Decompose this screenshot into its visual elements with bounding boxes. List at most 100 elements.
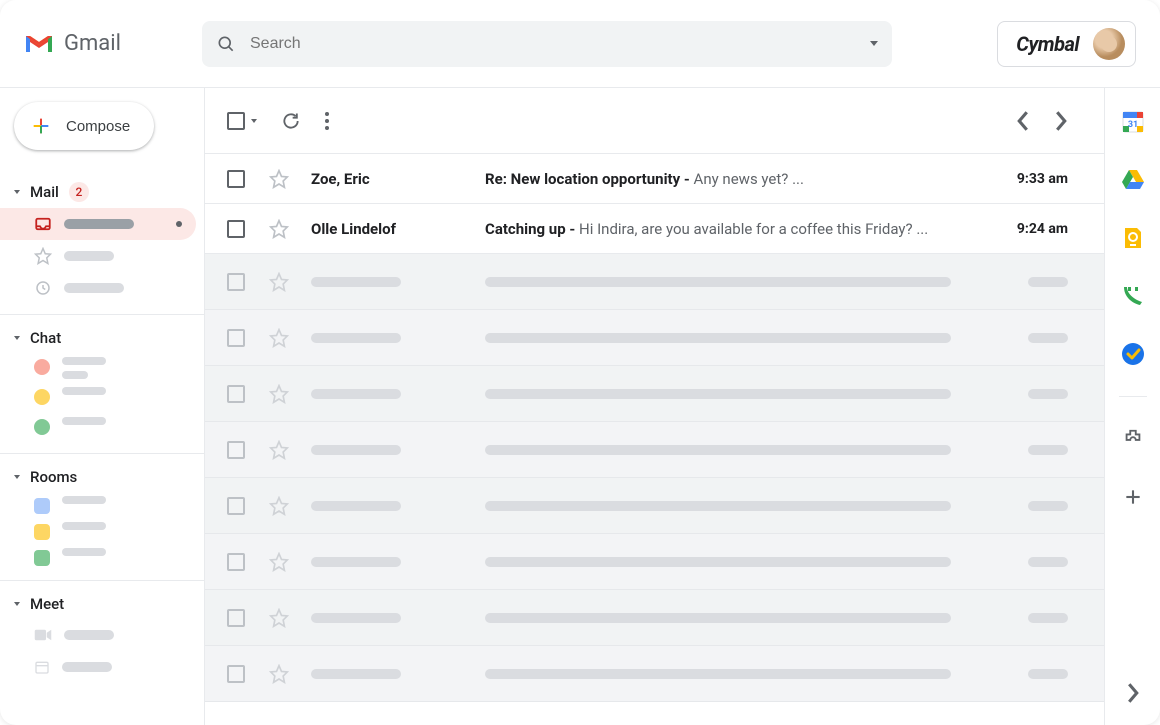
calendar-blank-icon <box>34 659 50 675</box>
checkbox-icon <box>227 112 245 130</box>
checkbox-icon <box>227 273 245 291</box>
email-subject-line: Catching up - Hi Indira, are you availab… <box>485 220 1003 238</box>
meet-join-meeting[interactable] <box>0 651 204 683</box>
placeholder-bar <box>64 283 124 293</box>
select-all-control[interactable] <box>227 112 257 130</box>
side-rail: 31 <box>1104 88 1160 725</box>
placeholder-bar <box>485 389 951 399</box>
sidebar-left: Compose Mail 2 <box>0 88 205 725</box>
nav-item-starred[interactable] <box>0 240 204 272</box>
email-sender: Olle Lindelof <box>311 220 471 238</box>
placeholder-bar <box>1028 613 1068 623</box>
placeholder-bar <box>1028 557 1068 567</box>
chat-item[interactable] <box>0 353 204 383</box>
email-subject-line: Re: New location opportunity - Any news … <box>485 170 1003 188</box>
compose-button[interactable]: Compose <box>14 102 154 150</box>
compose-label: Compose <box>66 118 130 135</box>
logo-block[interactable]: Gmail <box>24 31 184 56</box>
addons-icon[interactable] <box>1121 427 1145 451</box>
chat-item[interactable] <box>0 413 204 443</box>
refresh-button[interactable] <box>281 111 301 131</box>
nav-head-mail[interactable]: Mail 2 <box>0 176 204 208</box>
room-color-chip <box>34 524 50 540</box>
calendar-app-icon[interactable]: 31 <box>1121 110 1145 134</box>
placeholder-bar <box>485 613 951 623</box>
email-row-placeholder <box>205 366 1104 422</box>
presence-dot <box>34 419 50 435</box>
star-icon <box>269 496 297 516</box>
placeholder-bar <box>64 251 114 261</box>
nav-head-chat[interactable]: Chat <box>0 323 204 353</box>
placeholder-bar <box>1028 669 1068 679</box>
room-item[interactable] <box>0 492 204 518</box>
account-avatar[interactable] <box>1093 28 1125 60</box>
star-icon <box>269 328 297 348</box>
room-item[interactable] <box>0 544 204 570</box>
email-row[interactable]: Olle Lindelof Catching up - Hi Indira, a… <box>205 204 1104 254</box>
nav-item-inbox[interactable] <box>0 208 196 240</box>
chevron-down-icon <box>14 336 20 340</box>
account-label: Cymbal <box>1016 32 1079 56</box>
placeholder-lines <box>62 496 106 504</box>
newer-button[interactable] <box>1054 111 1068 131</box>
checkbox-icon <box>227 329 245 347</box>
app-name: Gmail <box>64 31 121 56</box>
placeholder-lines <box>62 417 106 439</box>
placeholder-bar <box>311 389 401 399</box>
email-row-placeholder <box>205 478 1104 534</box>
checkbox-icon <box>227 385 245 403</box>
nav-head-rooms[interactable]: Rooms <box>0 462 204 492</box>
email-row-placeholder <box>205 422 1104 478</box>
placeholder-bar <box>311 445 401 455</box>
video-icon <box>34 628 52 642</box>
checkbox-icon <box>227 553 245 571</box>
placeholder-bar <box>1028 501 1068 511</box>
placeholder-bar <box>311 669 401 679</box>
drive-app-icon[interactable] <box>1121 168 1145 192</box>
email-list: Zoe, Eric Re: New location opportunity -… <box>205 154 1104 725</box>
room-item[interactable] <box>0 518 204 544</box>
email-row[interactable]: Zoe, Eric Re: New location opportunity -… <box>205 154 1104 204</box>
email-row-placeholder <box>205 310 1104 366</box>
search-bar[interactable] <box>202 21 892 67</box>
email-row-placeholder <box>205 534 1104 590</box>
older-button[interactable] <box>1016 111 1030 131</box>
unread-dot <box>176 221 182 227</box>
tasks-app-icon[interactable] <box>1121 342 1145 366</box>
chat-item[interactable] <box>0 383 204 413</box>
nav-section-mail: Mail 2 <box>0 168 204 315</box>
nav-head-meet[interactable]: Meet <box>0 589 204 619</box>
search-options-caret-icon[interactable] <box>870 41 878 46</box>
placeholder-lines <box>62 522 106 530</box>
presence-dot <box>34 389 50 405</box>
star-icon <box>269 272 297 292</box>
placeholder-bar <box>1028 445 1068 455</box>
list-toolbar <box>205 88 1104 154</box>
nav-section-meet: Meet <box>0 581 204 693</box>
nav-label-mail: Mail <box>30 183 59 201</box>
meet-new-meeting[interactable] <box>0 619 204 651</box>
nav-item-snoozed[interactable] <box>0 272 204 304</box>
nav-label-meet: Meet <box>30 595 64 613</box>
row-checkbox[interactable] <box>227 170 245 188</box>
email-time: 9:33 am <box>1017 171 1068 187</box>
room-color-chip <box>34 498 50 514</box>
more-menu-button[interactable] <box>325 112 329 130</box>
keep-app-icon[interactable] <box>1121 226 1145 250</box>
account-chip[interactable]: Cymbal <box>997 21 1136 67</box>
contacts-app-icon[interactable] <box>1121 284 1145 308</box>
placeholder-bar <box>485 557 951 567</box>
add-icon[interactable] <box>1121 485 1145 509</box>
email-row-placeholder <box>205 254 1104 310</box>
hide-side-panel-icon[interactable] <box>1121 681 1145 705</box>
placeholder-lines <box>62 548 106 556</box>
star-icon <box>269 384 297 404</box>
row-checkbox[interactable] <box>227 220 245 238</box>
search-input[interactable] <box>250 35 856 53</box>
inbox-icon <box>34 215 52 233</box>
mail-unread-badge: 2 <box>69 182 89 202</box>
placeholder-bar <box>485 277 951 287</box>
placeholder-bar <box>311 277 401 287</box>
star-icon[interactable] <box>269 219 297 239</box>
star-icon[interactable] <box>269 169 297 189</box>
